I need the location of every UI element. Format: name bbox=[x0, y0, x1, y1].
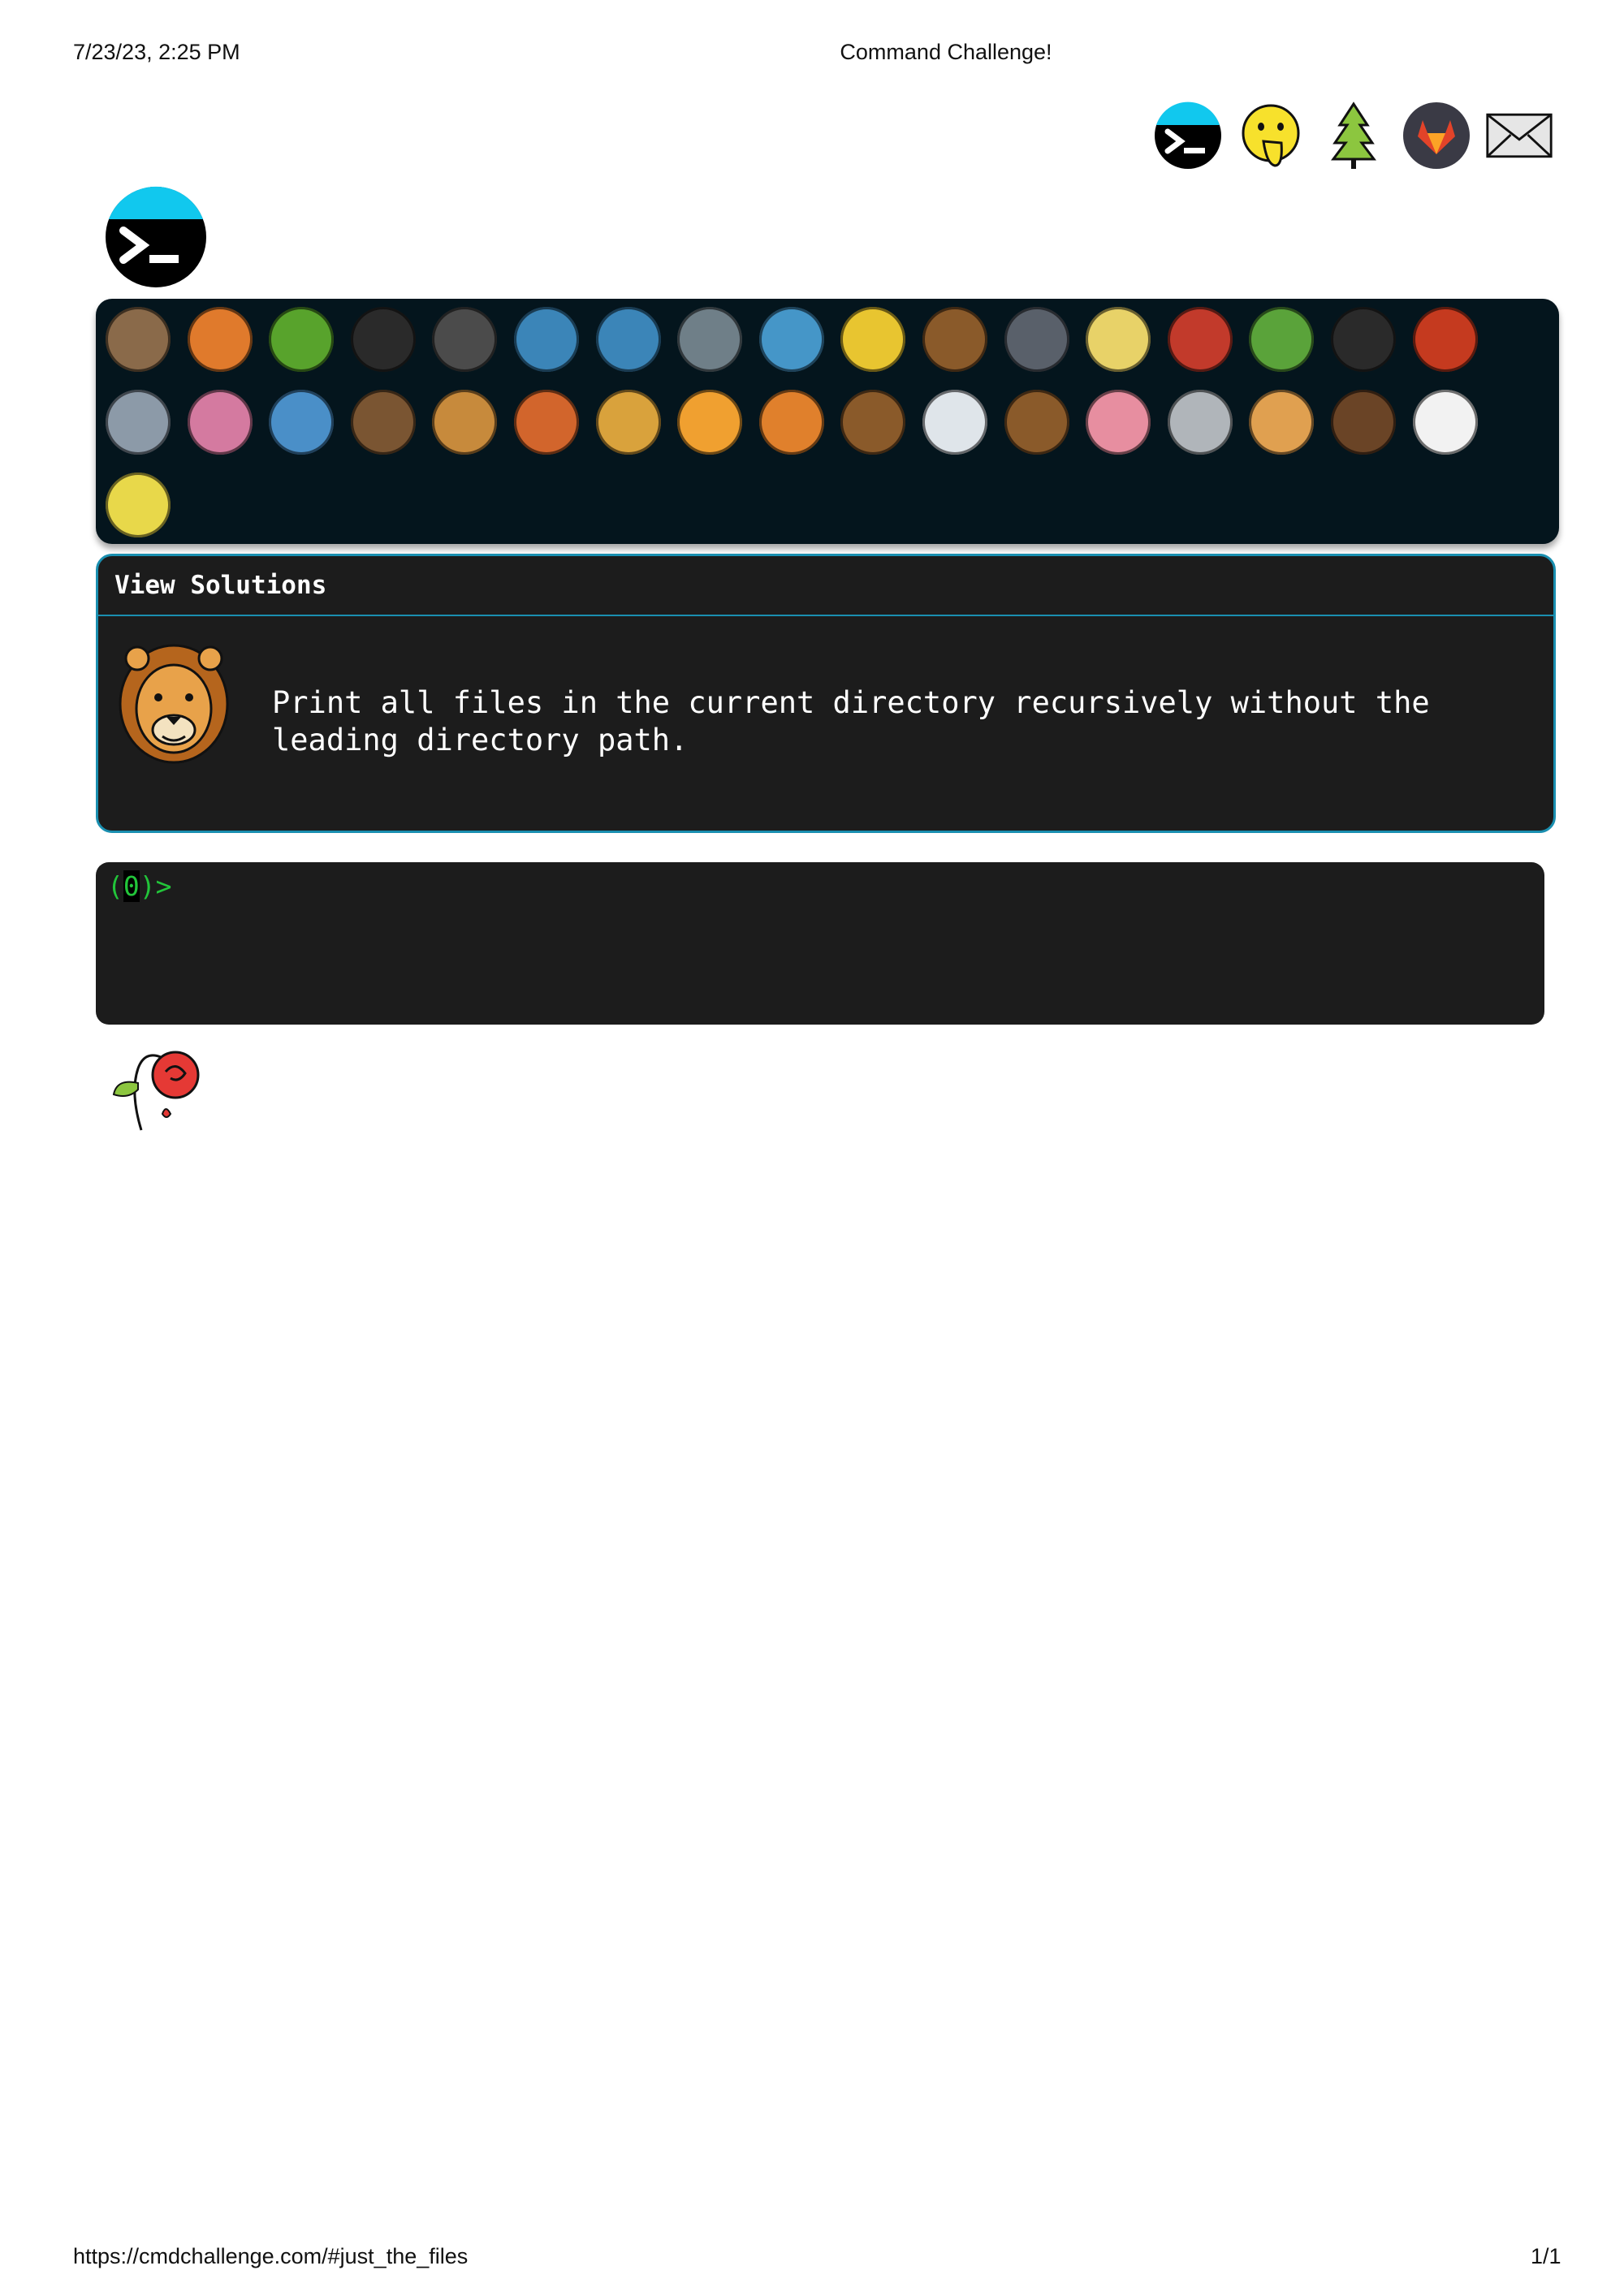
panda-icon[interactable] bbox=[1412, 390, 1478, 455]
face-hand-over-mouth-icon[interactable] bbox=[1236, 101, 1306, 170]
terminal-cursor: 0 bbox=[123, 870, 140, 902]
challenge-progress-panel bbox=[96, 299, 1559, 544]
hamster-icon[interactable] bbox=[1249, 390, 1315, 455]
whale-icon[interactable] bbox=[514, 307, 579, 372]
logo-terminal-icon[interactable] bbox=[104, 185, 208, 289]
mouse-icon[interactable] bbox=[1167, 390, 1233, 455]
fly-icon[interactable] bbox=[106, 390, 171, 455]
print-url: https://cmdchallenge.com/#just_the_files bbox=[73, 2244, 469, 2268]
prompt-open: ( bbox=[107, 870, 123, 902]
cricket-icon[interactable] bbox=[1249, 307, 1315, 372]
pufferfish-icon[interactable] bbox=[922, 307, 987, 372]
pig-icon[interactable] bbox=[1086, 390, 1151, 455]
unicorn-icon[interactable] bbox=[922, 390, 987, 455]
challenge-card: View Solutions Print all files in the cu… bbox=[96, 554, 1556, 833]
rose-icon bbox=[106, 1036, 203, 1132]
envelope-icon[interactable] bbox=[1484, 101, 1554, 170]
spider-web-icon[interactable] bbox=[432, 307, 498, 372]
tree-icon[interactable] bbox=[1319, 101, 1389, 170]
monkey-icon[interactable] bbox=[350, 390, 416, 455]
wolf-icon[interactable] bbox=[1004, 307, 1069, 372]
terminal-input[interactable]: (0)> bbox=[96, 862, 1544, 1025]
caterpillar-icon[interactable] bbox=[269, 307, 335, 372]
ladybug-icon[interactable] bbox=[1167, 307, 1233, 372]
print-page-number: 1/1 bbox=[1531, 2244, 1561, 2268]
view-solutions-button[interactable]: View Solutions bbox=[98, 556, 1553, 616]
tiger-icon[interactable] bbox=[758, 390, 824, 455]
prompt-close: )> bbox=[139, 870, 172, 902]
scorpion-icon[interactable] bbox=[1412, 307, 1478, 372]
butterfly-icon[interactable] bbox=[187, 307, 253, 372]
ant-icon[interactable] bbox=[350, 307, 416, 372]
bee-icon[interactable] bbox=[1086, 307, 1151, 372]
print-title: Command Challenge! bbox=[840, 40, 1052, 64]
top-nav-icons bbox=[1153, 101, 1554, 170]
gitlab-icon[interactable] bbox=[1402, 101, 1471, 170]
fish-icon[interactable] bbox=[758, 307, 824, 372]
snail-icon[interactable] bbox=[106, 307, 171, 372]
microbe-icon[interactable] bbox=[269, 390, 335, 455]
fox-icon[interactable] bbox=[514, 390, 579, 455]
tropical-fish-icon[interactable] bbox=[840, 307, 906, 372]
lion-icon bbox=[118, 637, 230, 767]
bear-icon[interactable] bbox=[1331, 390, 1396, 455]
dog-icon[interactable] bbox=[432, 390, 498, 455]
cow-icon[interactable] bbox=[1004, 390, 1069, 455]
challenge-description: Print all files in the current directory… bbox=[272, 685, 1430, 757]
spider-icon[interactable] bbox=[1331, 307, 1396, 372]
hatching-chick-icon[interactable] bbox=[106, 473, 171, 537]
dolphin-icon[interactable] bbox=[595, 307, 661, 372]
lion-icon[interactable] bbox=[677, 390, 743, 455]
terminal-icon[interactable] bbox=[1153, 101, 1223, 170]
worm-icon[interactable] bbox=[187, 390, 253, 455]
dolphin-gray-icon[interactable] bbox=[677, 307, 743, 372]
horse-icon[interactable] bbox=[840, 390, 906, 455]
terminal-prompt: (0)> bbox=[107, 870, 172, 902]
cat-icon[interactable] bbox=[595, 390, 661, 455]
